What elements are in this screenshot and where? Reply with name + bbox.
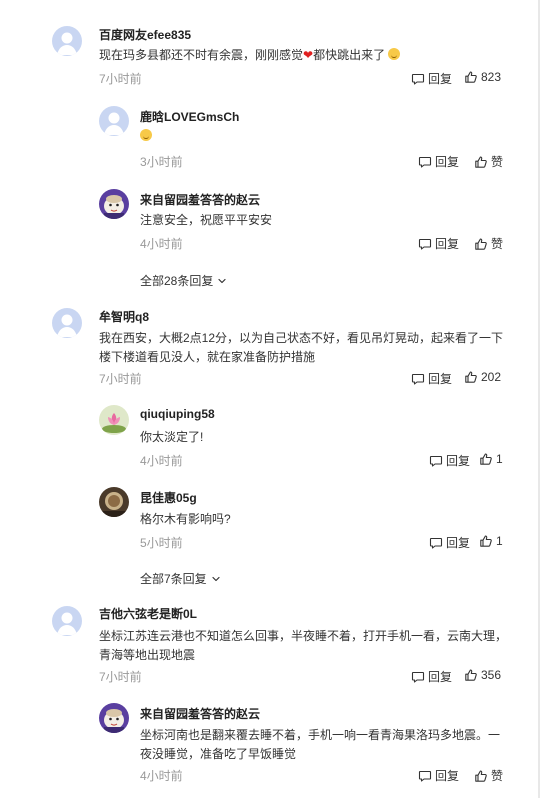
reply-button[interactable]: 回复 bbox=[418, 235, 459, 252]
reply-text: 注意安全，祝愿平平安安 bbox=[140, 213, 273, 227]
comment-text: 坐标江苏连云港也不知道怎么回事，半夜睡不着，打开手机一看，云南大理，青海等地出现… bbox=[99, 629, 508, 662]
thumbs-up-icon bbox=[474, 769, 488, 783]
avatar[interactable] bbox=[99, 405, 129, 435]
avatar[interactable] bbox=[52, 308, 82, 338]
reply-text: 你太淡定了! bbox=[140, 430, 204, 444]
like-count: 1 bbox=[496, 452, 503, 466]
comment-text: 我在西安，大概2点12分，以为自己状态不好，看见吊灯晃动，起来看了一下楼下楼道看… bbox=[99, 331, 504, 364]
username[interactable]: qiuqiuping58 bbox=[140, 407, 215, 421]
comment-icon bbox=[418, 155, 432, 169]
avatar[interactable] bbox=[99, 106, 129, 136]
timestamp: 7小时前 bbox=[99, 372, 142, 386]
timestamp: 7小时前 bbox=[99, 72, 142, 86]
username[interactable]: 百度网友efee835 bbox=[99, 26, 191, 43]
username[interactable]: 来自留园羞答答的赵云 bbox=[140, 191, 260, 208]
like-count: 赞 bbox=[491, 237, 504, 251]
reply-label: 回复 bbox=[435, 237, 460, 251]
reply-label: 回复 bbox=[428, 372, 453, 386]
timestamp: 4小时前 bbox=[140, 769, 183, 783]
like-button[interactable]: 赞 bbox=[474, 767, 503, 784]
avatar[interactable] bbox=[52, 26, 82, 56]
thumbs-up-icon bbox=[479, 452, 493, 466]
like-button[interactable]: 823 bbox=[464, 70, 501, 84]
thumbs-up-icon bbox=[479, 534, 493, 548]
username[interactable]: 牟智明q8 bbox=[99, 308, 149, 325]
timestamp: 4小时前 bbox=[140, 237, 183, 251]
reply-button[interactable]: 回复 bbox=[418, 153, 459, 170]
comment-icon bbox=[429, 454, 443, 468]
show-all-replies-button[interactable]: 全部7条回复 bbox=[140, 570, 221, 587]
reply-label: 回复 bbox=[446, 536, 471, 550]
like-button[interactable]: 1 bbox=[479, 534, 503, 548]
avatar[interactable] bbox=[99, 189, 129, 219]
thumbs-up-icon bbox=[464, 668, 478, 682]
reply-label: 回复 bbox=[435, 155, 460, 169]
comment-icon bbox=[429, 536, 443, 550]
thumbs-up-icon bbox=[474, 155, 488, 169]
timestamp: 4小时前 bbox=[140, 454, 183, 468]
reply-label: 回复 bbox=[428, 72, 453, 86]
like-count: 356 bbox=[481, 668, 502, 682]
like-button[interactable]: 202 bbox=[464, 370, 501, 384]
username[interactable]: 来自留园羞答答的赵云 bbox=[140, 705, 260, 722]
like-count: 赞 bbox=[491, 769, 504, 783]
reply-label: 回复 bbox=[446, 454, 471, 468]
show-all-replies-button[interactable]: 全部28条回复 bbox=[140, 272, 227, 289]
reply-text: 格尔木有影响吗? bbox=[140, 512, 231, 526]
comment-icon bbox=[411, 72, 425, 86]
like-count: 202 bbox=[481, 370, 502, 384]
comment-text-part: 都快跳出来了 bbox=[313, 48, 386, 62]
avatar[interactable] bbox=[99, 487, 129, 517]
reply-button[interactable]: 回复 bbox=[429, 534, 470, 551]
heart-icon: ❤ bbox=[303, 48, 314, 62]
thumbs-up-icon bbox=[474, 237, 488, 251]
timestamp: 5小时前 bbox=[140, 536, 183, 550]
username[interactable]: 鹿晗LOVEGmsCh bbox=[140, 108, 239, 125]
timestamp: 3小时前 bbox=[140, 155, 183, 169]
show-all-replies-label: 全部7条回复 bbox=[140, 572, 207, 586]
smile-emoji-icon bbox=[388, 48, 401, 60]
reply-button[interactable]: 回复 bbox=[411, 668, 452, 685]
comment-text: 现在玛多县都还不时有余震，刚刚感觉❤都快跳出来了 bbox=[99, 46, 515, 65]
like-count: 1 bbox=[496, 534, 503, 548]
like-button[interactable]: 赞 bbox=[474, 235, 503, 252]
like-count: 823 bbox=[481, 70, 502, 84]
timestamp: 7小时前 bbox=[99, 670, 142, 684]
smile-emoji-icon bbox=[140, 129, 152, 141]
username[interactable]: 昆佳惠05g bbox=[140, 489, 197, 506]
reply-button[interactable]: 回复 bbox=[429, 452, 470, 469]
comment-icon bbox=[418, 769, 432, 783]
comment-icon bbox=[418, 237, 432, 251]
avatar[interactable] bbox=[52, 606, 82, 636]
comment-icon bbox=[411, 372, 425, 386]
show-all-replies-label: 全部28条回复 bbox=[140, 274, 214, 288]
comment-text-part: 现在玛多县都还不时有余震，刚刚感觉 bbox=[99, 48, 304, 62]
reply-text bbox=[140, 127, 508, 146]
username[interactable]: 吉他六弦老是断0L bbox=[99, 605, 197, 622]
like-button[interactable]: 赞 bbox=[474, 153, 503, 170]
reply-text: 坐标河南也是翻来覆去睡不着，手机一响一看青海果洛玛多地震。一夜没睡觉，准备吃了早… bbox=[140, 728, 501, 761]
reply-label: 回复 bbox=[428, 670, 453, 684]
avatar[interactable] bbox=[99, 703, 129, 733]
like-button[interactable]: 1 bbox=[479, 452, 503, 466]
reply-button[interactable]: 回复 bbox=[418, 767, 459, 784]
thumbs-up-icon bbox=[464, 70, 478, 84]
chevron-down-icon bbox=[211, 574, 221, 584]
reply-button[interactable]: 回复 bbox=[411, 70, 452, 87]
comment-icon bbox=[411, 670, 425, 684]
reply-label: 回复 bbox=[435, 769, 460, 783]
thumbs-up-icon bbox=[464, 370, 478, 384]
chevron-down-icon bbox=[217, 276, 227, 286]
like-count: 赞 bbox=[491, 155, 504, 169]
reply-button[interactable]: 回复 bbox=[411, 370, 452, 387]
like-button[interactable]: 356 bbox=[464, 668, 501, 682]
